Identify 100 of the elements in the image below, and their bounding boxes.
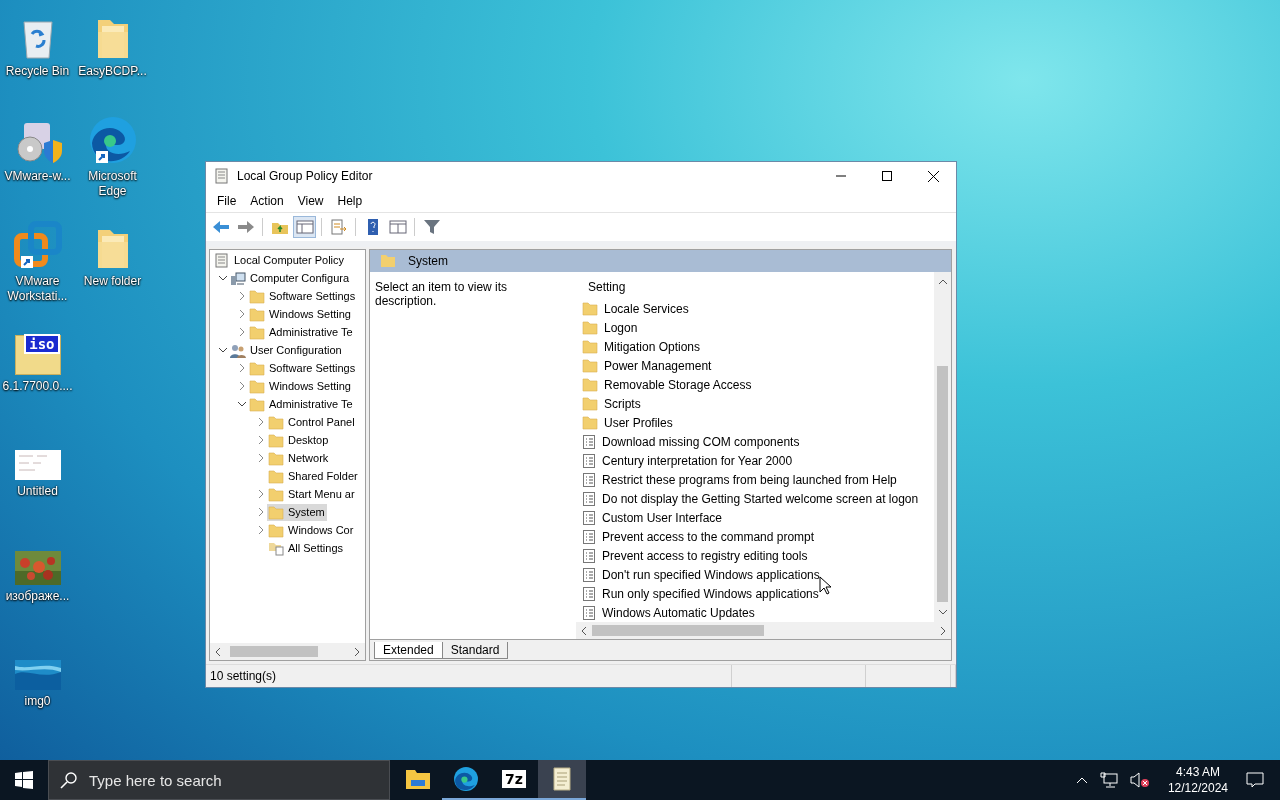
vmware-icon[interactable] xyxy=(12,220,63,270)
tree-item[interactable]: Windows Setting xyxy=(248,377,353,395)
computer-icon xyxy=(230,270,246,286)
menu-item[interactable]: File xyxy=(210,194,244,208)
scroll-up-icon[interactable] xyxy=(937,278,948,286)
menu-item[interactable]: View xyxy=(290,194,331,208)
policy-setting-icon xyxy=(582,509,596,526)
setting-item[interactable]: Prevent access to the command prompt xyxy=(582,527,934,546)
policy-setting-icon xyxy=(582,585,596,602)
status-text: 10 setting(s) xyxy=(206,665,732,687)
window-title: Local Group Policy Editor xyxy=(237,169,373,183)
folder-icon xyxy=(582,377,598,392)
tree-item[interactable]: Network xyxy=(267,449,331,467)
scroll-down-icon[interactable] xyxy=(937,608,948,616)
clock-time[interactable]: 4:43 AM xyxy=(1175,764,1220,780)
setting-item[interactable]: Century interpretation for Year 2000 xyxy=(582,451,934,470)
setting-item[interactable]: Power Management xyxy=(582,356,934,375)
chevron-icon[interactable] xyxy=(236,399,247,409)
setting-item[interactable]: Restrict these programs from being launched from Help xyxy=(582,470,934,489)
tree-item[interactable]: Windows Setting xyxy=(248,305,353,323)
folder-icon xyxy=(268,450,284,466)
desktop-icon-label[interactable]: изображе... xyxy=(0,589,75,604)
tree-item[interactable]: All Settings xyxy=(267,539,346,557)
setting-item[interactable]: Do not display the Getting Started welcome screen at logon xyxy=(582,489,934,508)
chevron-icon[interactable] xyxy=(217,273,228,283)
folder-icon xyxy=(249,324,265,340)
horizontal-scrollbar[interactable] xyxy=(210,643,365,660)
tree-item[interactable]: Local Computer Policy xyxy=(213,251,347,269)
tree-item[interactable]: Desktop xyxy=(267,431,331,449)
pane-icon xyxy=(388,219,407,235)
disc-image-icon[interactable]: iso xyxy=(14,335,61,375)
policy-setting-icon xyxy=(582,528,596,545)
chevron-icon[interactable] xyxy=(217,345,228,355)
edge-icon[interactable] xyxy=(87,115,138,165)
tree-item[interactable]: Software Settings xyxy=(248,359,358,377)
view-tab[interactable]: Extended xyxy=(374,641,443,659)
setting-item[interactable]: Locale Services xyxy=(582,299,934,318)
scroll-right-icon[interactable] xyxy=(939,625,947,636)
folder-icon xyxy=(268,414,284,430)
desktop-icon-label[interactable]: VMware Workstati... xyxy=(0,274,75,304)
document-app-button[interactable] xyxy=(538,760,586,800)
folder-icon xyxy=(249,306,265,322)
search-icon xyxy=(60,771,78,789)
network-icon[interactable] xyxy=(1099,772,1118,788)
tree-item[interactable]: Control Panel xyxy=(267,413,357,431)
tree-item[interactable]: Windows Cor xyxy=(267,521,356,539)
folder-icon xyxy=(582,358,598,373)
setting-item[interactable]: Windows Automatic Updates xyxy=(582,603,934,622)
policy-setting-icon xyxy=(582,471,596,488)
desktop-icon-label[interactable]: Recycle Bin xyxy=(0,64,75,79)
setting-item[interactable]: Mitigation Options xyxy=(582,337,934,356)
console-tree-button[interactable] xyxy=(293,216,316,238)
scroll-left-icon[interactable] xyxy=(580,625,588,636)
scroll-right-icon[interactable] xyxy=(353,646,361,657)
setting-item[interactable]: Scripts xyxy=(582,394,934,413)
folder-icon xyxy=(268,432,284,448)
folder-icon xyxy=(249,396,265,412)
back-arrow-icon xyxy=(211,219,230,235)
folder-icon xyxy=(249,360,265,376)
menu-item[interactable]: Help xyxy=(330,194,370,208)
setting-item[interactable]: Download missing COM components xyxy=(582,432,934,451)
desktop-icon-label[interactable]: VMware-w... xyxy=(0,169,75,184)
tree-item[interactable]: Shared Folder xyxy=(267,467,360,485)
scroll-left-icon[interactable] xyxy=(214,646,222,657)
folder-icon xyxy=(268,504,284,520)
setting-item[interactable]: Removable Storage Access xyxy=(582,375,934,394)
setting-item[interactable]: Prevent access to registry editing tools xyxy=(582,546,934,565)
document-icon xyxy=(215,168,229,184)
settings-list-icon xyxy=(268,540,284,556)
forward-arrow-icon xyxy=(236,219,255,235)
desktop-icon-label[interactable]: Untitled xyxy=(0,484,75,499)
chevron-up-icon[interactable] xyxy=(1075,776,1088,784)
view-tab[interactable]: Standard xyxy=(441,641,509,659)
policy-setting-icon xyxy=(582,566,596,583)
setting-item[interactable]: User Profiles xyxy=(582,413,934,432)
vertical-scrollbar[interactable] xyxy=(934,272,951,622)
search-field[interactable]: Type here to search xyxy=(48,760,390,800)
policy-setting-icon xyxy=(582,433,596,450)
setting-item[interactable]: Logon xyxy=(582,318,934,337)
tree-item[interactable]: Administrative Te xyxy=(248,395,355,413)
setting-item[interactable]: Don't run specified Windows applications xyxy=(582,565,934,584)
setting-item[interactable]: Run only specified Windows applications xyxy=(582,584,934,603)
tree-item[interactable]: Computer Configura xyxy=(229,269,352,287)
horizontal-scrollbar[interactable] xyxy=(576,622,951,639)
desktop-icon-label[interactable]: img0 xyxy=(0,694,75,709)
tree-item[interactable]: Start Menu ar xyxy=(267,485,357,503)
setting-item[interactable]: Custom User Interface xyxy=(582,508,934,527)
tree-item[interactable]: User Configuration xyxy=(229,341,344,359)
export-icon xyxy=(329,219,348,235)
clock-date[interactable]: 12/12/2024 xyxy=(1167,780,1228,796)
column-header[interactable]: Setting xyxy=(582,276,934,298)
desktop-icon-label[interactable]: 6.1.7700.0.... xyxy=(0,379,75,394)
menu-item[interactable]: Action xyxy=(243,194,291,208)
document-thumbnail-icon[interactable] xyxy=(14,450,61,480)
volume-muted-icon[interactable] xyxy=(1129,772,1150,788)
tree-item[interactable]: Software Settings xyxy=(248,287,358,305)
tree-item[interactable]: System xyxy=(267,503,327,521)
folder-icon xyxy=(249,378,265,394)
notification-icon[interactable] xyxy=(1246,771,1264,789)
tree-item[interactable]: Administrative Te xyxy=(248,323,355,341)
